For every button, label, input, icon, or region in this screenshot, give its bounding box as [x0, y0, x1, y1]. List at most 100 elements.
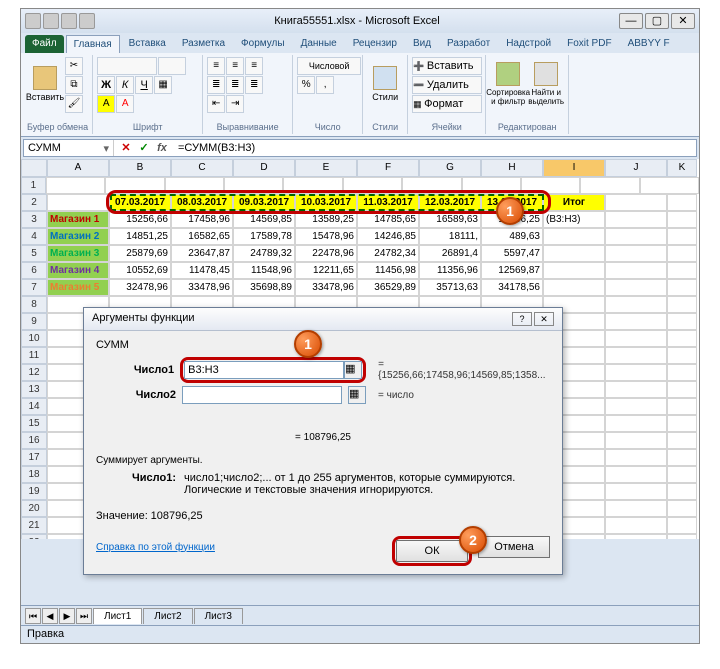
cell[interactable]	[605, 432, 667, 449]
collapse-dialog-icon[interactable]: ▦	[348, 386, 366, 404]
sheet-nav-last[interactable]: ⏭	[76, 608, 92, 624]
cell[interactable]: 35698,89	[233, 279, 295, 296]
cell[interactable]: 09.03.2017	[233, 194, 295, 211]
cell[interactable]	[667, 211, 697, 228]
cell[interactable]: 33478,96	[171, 279, 233, 296]
cell[interactable]	[105, 177, 164, 194]
col-header[interactable]: G	[419, 159, 481, 177]
tab-file[interactable]: Файл	[25, 35, 64, 53]
cell[interactable]	[543, 262, 605, 279]
col-header[interactable]: D	[233, 159, 295, 177]
cell[interactable]: Магазин 2	[47, 228, 109, 245]
cell[interactable]	[605, 449, 667, 466]
cell[interactable]: 11548,96	[233, 262, 295, 279]
minimize-button[interactable]: —	[619, 13, 643, 29]
row-header[interactable]: 8	[21, 296, 47, 313]
dialog-help-button[interactable]: ?	[512, 312, 532, 326]
cell[interactable]	[667, 262, 697, 279]
tab-view[interactable]: Вид	[406, 35, 438, 53]
cell[interactable]: 24789,32	[233, 245, 295, 262]
fx-icon[interactable]: fx	[154, 140, 170, 156]
cell[interactable]: 11478,45	[171, 262, 233, 279]
sheet-tab-2[interactable]: Лист2	[143, 608, 192, 624]
cell[interactable]	[667, 517, 697, 534]
cell[interactable]	[543, 245, 605, 262]
cell[interactable]	[667, 347, 697, 364]
cell[interactable]	[667, 245, 697, 262]
row-header[interactable]: 11	[21, 347, 47, 364]
cell[interactable]	[605, 330, 667, 347]
tab-insert[interactable]: Вставка	[122, 35, 173, 53]
function-help-link[interactable]: Справка по этой функции	[96, 542, 215, 553]
cell[interactable]	[605, 415, 667, 432]
cell[interactable]: 13589,25	[295, 211, 357, 228]
cell[interactable]	[667, 534, 697, 539]
cell[interactable]: 35713,63	[419, 279, 481, 296]
cell[interactable]: 23647,87	[171, 245, 233, 262]
sheet-nav-next[interactable]: ▶	[59, 608, 75, 624]
row-header[interactable]: 13	[21, 381, 47, 398]
font-color-button[interactable]: A	[116, 95, 134, 113]
cell[interactable]	[667, 500, 697, 517]
styles-button[interactable]: Стили	[367, 57, 403, 111]
row-header[interactable]: 22	[21, 534, 47, 539]
cell[interactable]	[667, 194, 697, 211]
cell[interactable]	[47, 194, 109, 211]
row-header[interactable]: 6	[21, 262, 47, 279]
cell[interactable]: 5597,47	[481, 245, 543, 262]
cell[interactable]: 11456,98	[357, 262, 419, 279]
italic-button[interactable]: К	[116, 76, 134, 94]
row-header[interactable]: 20	[21, 500, 47, 517]
cell[interactable]	[605, 381, 667, 398]
row-header[interactable]: 5	[21, 245, 47, 262]
cell[interactable]	[605, 500, 667, 517]
sheet-tab-1[interactable]: Лист1	[93, 608, 142, 624]
cell[interactable]: Магазин 3	[47, 245, 109, 262]
tab-foxit[interactable]: Foxit PDF	[560, 35, 618, 53]
cell[interactable]: 18111,	[419, 228, 481, 245]
cells-delete-button[interactable]: ➖ Удалить	[412, 76, 482, 94]
bold-button[interactable]: Ж	[97, 76, 115, 94]
sheet-tab-3[interactable]: Лист3	[194, 608, 243, 624]
cell[interactable]: 14246,85	[357, 228, 419, 245]
cell[interactable]	[605, 483, 667, 500]
arg1-input[interactable]	[184, 361, 344, 379]
col-header[interactable]: H	[481, 159, 543, 177]
cell[interactable]	[667, 466, 697, 483]
cells-format-button[interactable]: ▦ Формат	[412, 95, 482, 113]
row-header[interactable]: 10	[21, 330, 47, 347]
cell[interactable]: 17458,96	[171, 211, 233, 228]
col-header[interactable]: B	[109, 159, 171, 177]
find-select-button[interactable]: Найти и выделить	[528, 57, 564, 111]
cell[interactable]	[543, 228, 605, 245]
cell[interactable]: Итог	[543, 194, 605, 211]
cell[interactable]	[343, 177, 402, 194]
col-header[interactable]: I	[543, 159, 605, 177]
cell[interactable]	[605, 466, 667, 483]
cell[interactable]	[605, 262, 667, 279]
cell[interactable]	[605, 211, 667, 228]
cell[interactable]: 33478,96	[295, 279, 357, 296]
cell[interactable]	[605, 245, 667, 262]
cell[interactable]: 12569,87	[481, 262, 543, 279]
undo-icon[interactable]	[61, 13, 77, 29]
cell[interactable]	[605, 347, 667, 364]
arg2-input[interactable]	[182, 386, 342, 404]
cell[interactable]	[605, 517, 667, 534]
close-button[interactable]: ✕	[671, 13, 695, 29]
cell[interactable]	[667, 432, 697, 449]
cell[interactable]	[46, 177, 105, 194]
maximize-button[interactable]: ▢	[645, 13, 669, 29]
row-header[interactable]: 21	[21, 517, 47, 534]
cell[interactable]: 36529,89	[357, 279, 419, 296]
cell[interactable]	[605, 313, 667, 330]
cell[interactable]	[165, 177, 224, 194]
cell[interactable]	[543, 279, 605, 296]
sort-filter-button[interactable]: Сортировка и фильтр	[490, 57, 526, 111]
cell[interactable]: (B3:H3)	[543, 211, 605, 228]
col-header[interactable]: F	[357, 159, 419, 177]
border-button[interactable]: ▦	[154, 76, 172, 94]
cell[interactable]	[667, 364, 697, 381]
fill-color-button[interactable]: A	[97, 95, 115, 113]
accept-formula-icon[interactable]: ✓	[136, 140, 152, 156]
